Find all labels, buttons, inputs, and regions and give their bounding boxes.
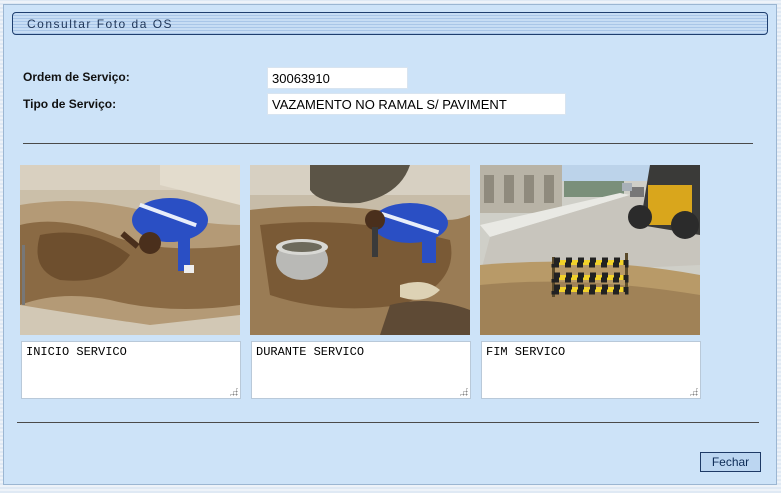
resize-grip-icon[interactable]: [459, 387, 468, 396]
tipo-servico-label: Tipo de Serviço:: [23, 97, 117, 111]
photo-inicio-servico[interactable]: [20, 165, 240, 335]
ordem-servico-field[interactable]: 30063910: [267, 67, 408, 89]
divider-bottom: [17, 422, 759, 423]
caption-fim-servico[interactable]: FIM SERVICO: [481, 341, 701, 399]
caption-fim-text: FIM SERVICO: [486, 345, 566, 359]
caption-durante-servico[interactable]: DURANTE SERVICO: [251, 341, 471, 399]
title-bar: Consultar Foto da OS: [12, 12, 768, 35]
ordem-servico-label: Ordem de Serviço:: [23, 70, 130, 84]
caption-inicio-servico[interactable]: INICIO SERVICO: [21, 341, 241, 399]
caption-durante-text: DURANTE SERVICO: [256, 345, 365, 359]
photo-fim-image: [480, 165, 700, 335]
dialog-panel: Consultar Foto da OS Ordem de Serviço: 3…: [3, 4, 777, 485]
fechar-button[interactable]: Fechar: [700, 452, 761, 472]
photo-durante-servico[interactable]: [250, 165, 470, 335]
photo-durante-image: [250, 165, 470, 335]
divider-top: [23, 143, 753, 144]
photo-fim-servico[interactable]: [480, 165, 700, 335]
photo-inicio-image: [20, 165, 240, 335]
caption-inicio-text: INICIO SERVICO: [26, 345, 127, 359]
tipo-servico-field[interactable]: VAZAMENTO NO RAMAL S/ PAVIMENT: [267, 93, 566, 115]
resize-grip-icon[interactable]: [689, 387, 698, 396]
resize-grip-icon[interactable]: [229, 387, 238, 396]
window-title: Consultar Foto da OS: [27, 17, 174, 31]
